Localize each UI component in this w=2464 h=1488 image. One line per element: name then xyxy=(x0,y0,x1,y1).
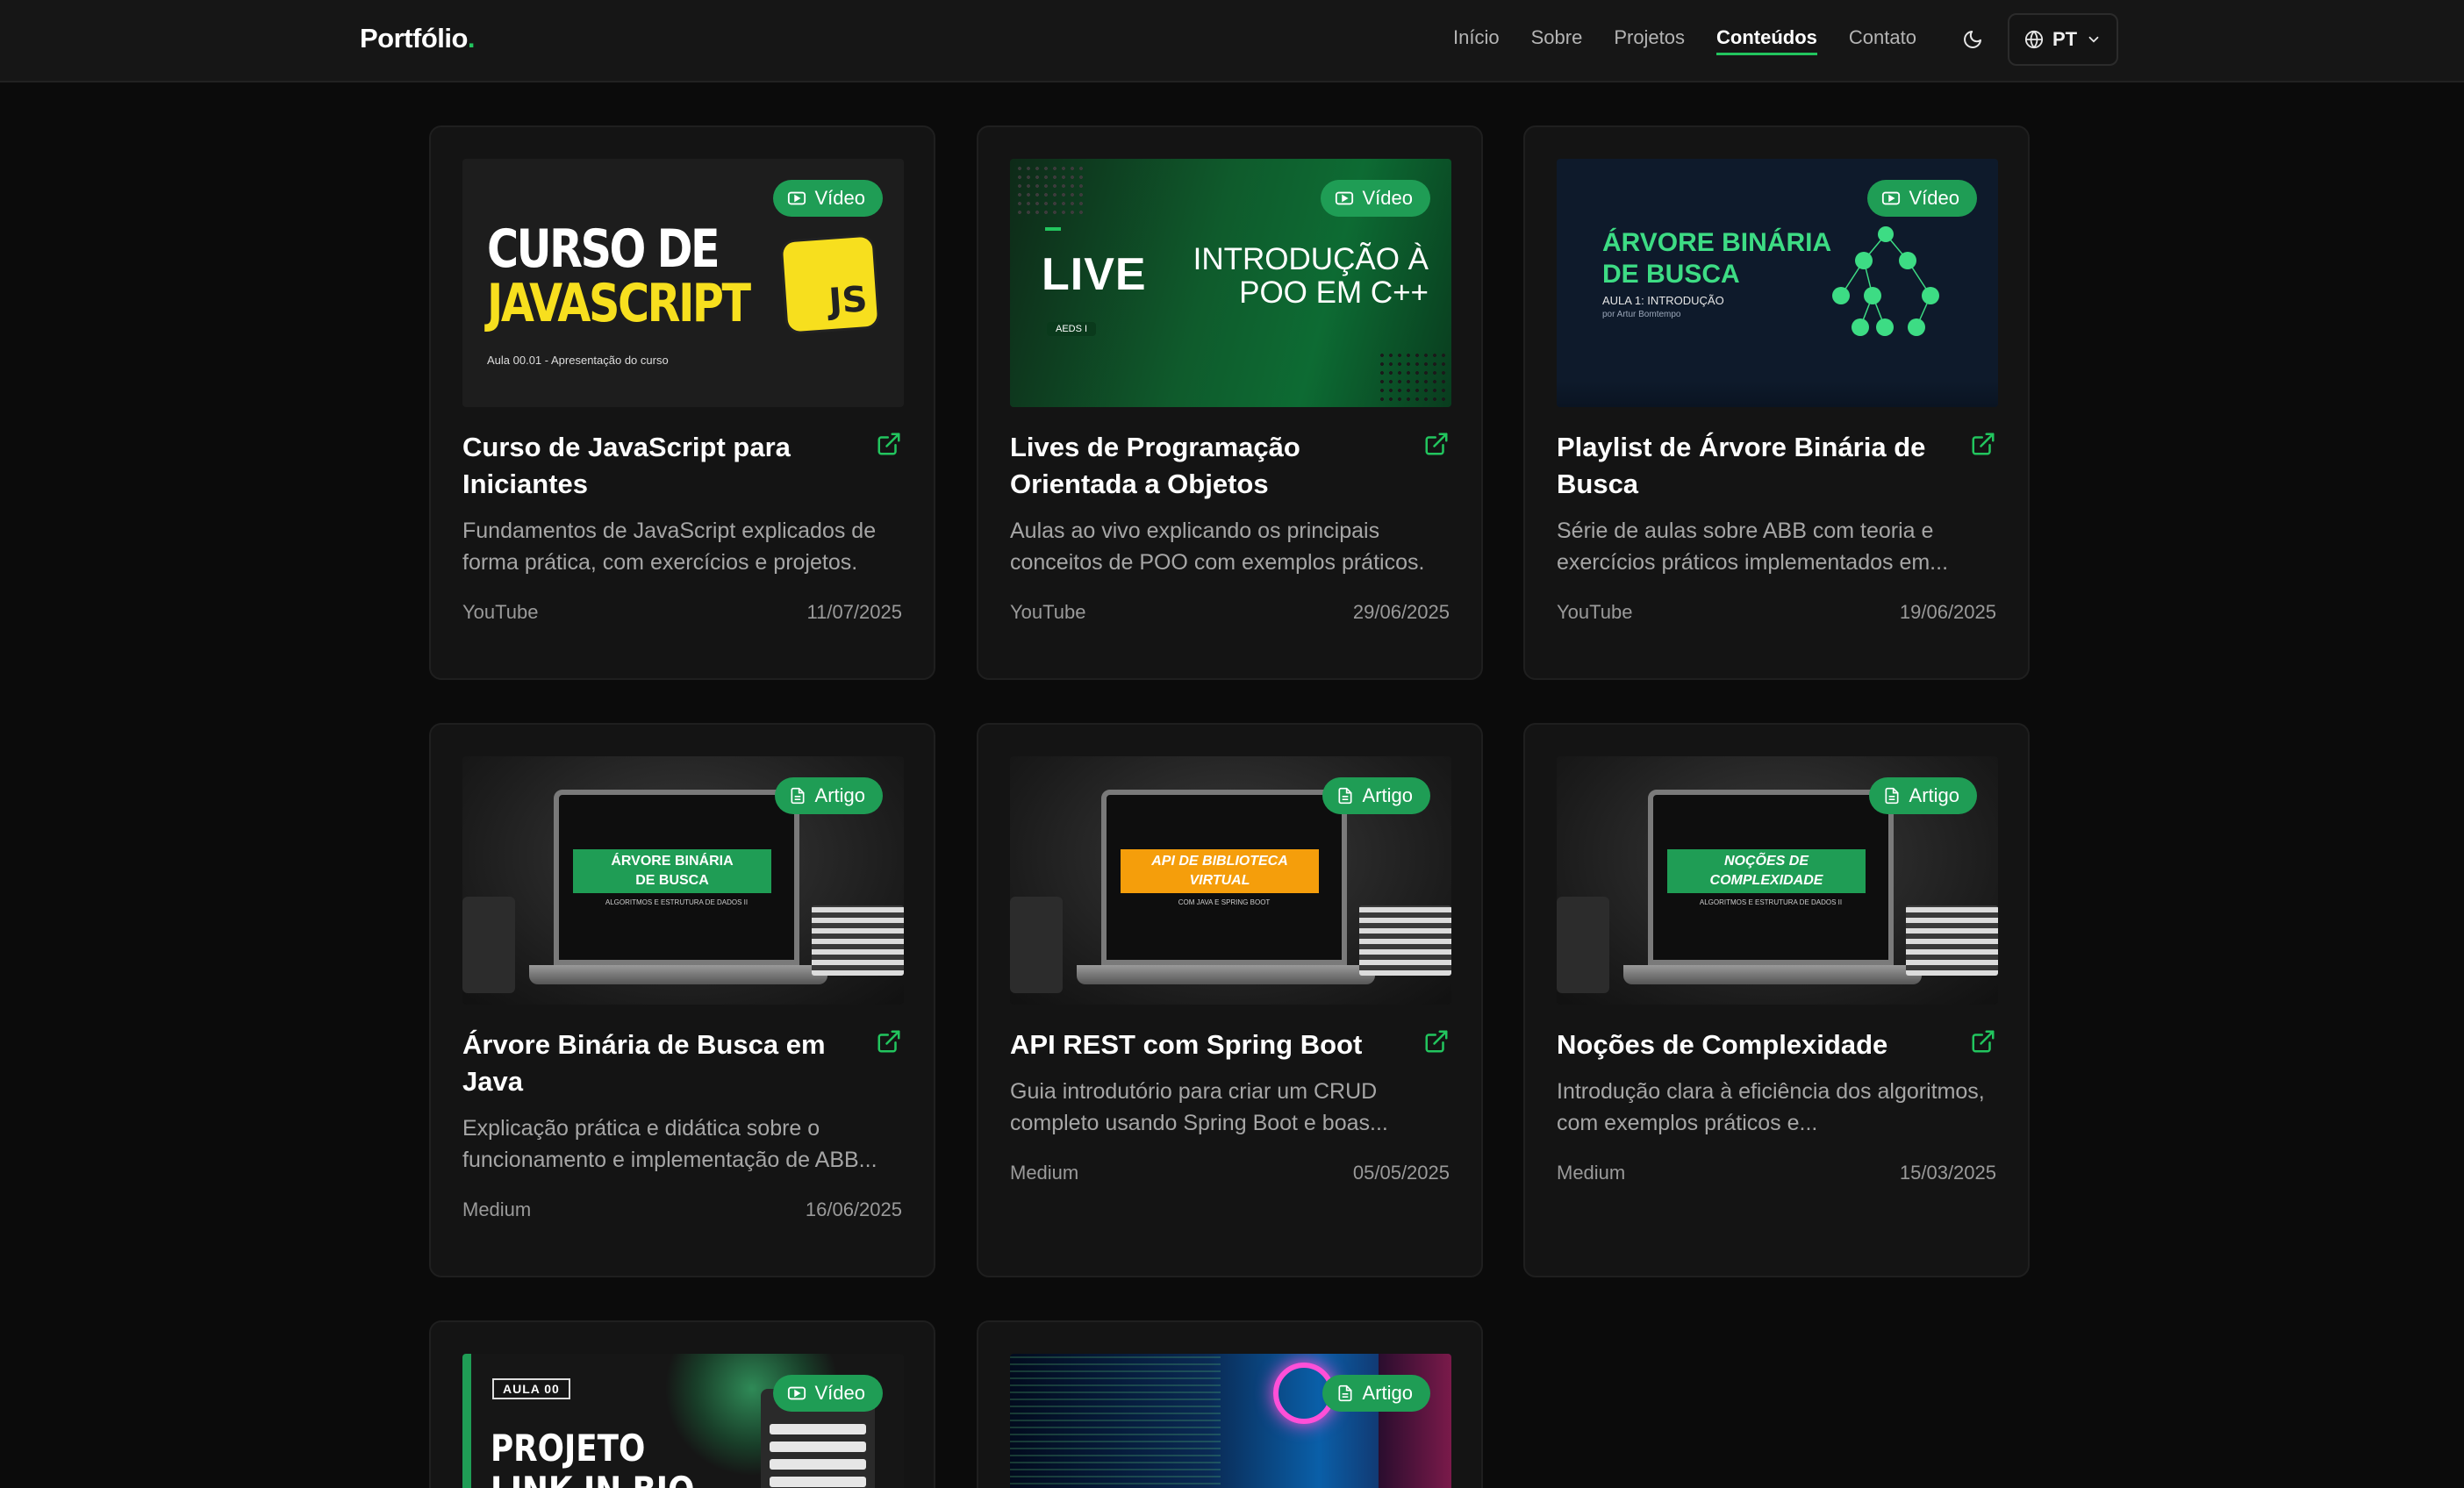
card-meta: YouTube 11/07/2025 xyxy=(462,601,902,624)
content-card[interactable]: LIVE AEDS I INTRODUÇÃO À POO EM C++ Víde… xyxy=(977,125,1483,680)
nav-link-conteudos[interactable]: Conteúdos xyxy=(1716,26,1817,55)
external-link-icon[interactable] xyxy=(1970,1028,1996,1055)
main-nav: Início Sobre Projetos Conteúdos Contato xyxy=(1453,26,1948,55)
content-type-badge: Vídeo xyxy=(1866,180,1977,217)
content-card[interactable]: ÁRVORE BINÁRIA DE BUSCA ALGORITMOS E ESTR… xyxy=(429,723,935,1277)
card-platform: YouTube xyxy=(1557,601,1633,623)
card-thumbnail: ÁRVORE BINÁRIA DE BUSCA AULA 1: INTRODUÇ… xyxy=(1557,159,1998,407)
theme-toggle-button[interactable] xyxy=(1957,24,1988,55)
card-thumbnail: Artigo xyxy=(1010,1354,1451,1488)
card-date: 15/03/2025 xyxy=(1899,1162,1996,1184)
card-description: Introdução clara à eficiência dos algori… xyxy=(1557,1079,1985,1135)
content-card[interactable]: NOÇÕES DE COMPLEXIDADE ALGORITMOS E ESTRU… xyxy=(1523,723,2030,1277)
card-date: 16/06/2025 xyxy=(805,1198,902,1220)
card-meta: Medium 15/03/2025 xyxy=(1557,1162,1996,1184)
card-description: Explicação prática e didática sobre o fu… xyxy=(462,1116,877,1172)
content-type-badge: Vídeo xyxy=(1320,180,1430,217)
external-link-icon[interactable] xyxy=(876,1028,902,1055)
card-platform: YouTube xyxy=(462,601,539,623)
card-platform: Medium xyxy=(462,1198,532,1220)
card-thumbnail: ÁRVORE BINÁRIA DE BUSCA ALGORITMOS E ESTR… xyxy=(462,756,904,1005)
card-description: Fundamentos de JavaScript explicados de … xyxy=(462,519,877,575)
card-date: 29/06/2025 xyxy=(1352,601,1450,623)
nav-link-projetos[interactable]: Projetos xyxy=(1614,26,1685,55)
nav-link-inicio[interactable]: Início xyxy=(1453,26,1500,55)
card-title[interactable]: Curso de JavaScript para Iniciantes xyxy=(462,429,840,503)
nav-link-contato[interactable]: Contato xyxy=(1849,26,1916,55)
card-description: Guia introdutório para criar um CRUD com… xyxy=(1010,1079,1388,1135)
card-thumbnail: AULA 00 PROJETOLINK IN BIO Vídeo xyxy=(462,1354,904,1488)
document-icon xyxy=(791,787,805,805)
video-icon xyxy=(787,1386,806,1400)
card-title[interactable]: API REST com Spring Boot xyxy=(1010,1027,1387,1063)
site-logo[interactable]: Portfólio. xyxy=(360,23,476,54)
external-link-icon[interactable] xyxy=(1423,1028,1450,1055)
external-link-icon[interactable] xyxy=(876,431,902,457)
content-card[interactable]: API DE BIBLIOTECA VIRTUAL COM JAVA E SPRI… xyxy=(977,723,1483,1277)
content-card[interactable]: CURSO DE JAVASCRIPT Aula 00.01 - Apresen… xyxy=(429,125,935,680)
card-date: 05/05/2025 xyxy=(1352,1162,1450,1184)
card-platform: YouTube xyxy=(1010,601,1086,623)
card-platform: Medium xyxy=(1010,1162,1079,1184)
chevron-down-icon xyxy=(2088,36,2099,43)
content-type-badge: Vídeo xyxy=(772,180,883,217)
card-meta: YouTube 29/06/2025 xyxy=(1010,601,1450,624)
external-link-icon[interactable] xyxy=(1423,431,1450,457)
video-icon xyxy=(1881,191,1900,205)
js-logo: JS xyxy=(782,236,878,333)
card-thumbnail: CURSO DE JAVASCRIPT Aula 00.01 - Apresen… xyxy=(462,159,904,407)
card-platform: Medium xyxy=(1557,1162,1626,1184)
tree-illustration xyxy=(1832,226,1939,336)
document-icon xyxy=(1885,787,1899,805)
card-title[interactable]: Árvore Binária de Busca em Java xyxy=(462,1027,840,1100)
card-thumbnail: LIVE AEDS I INTRODUÇÃO À POO EM C++ Víde… xyxy=(1010,159,1451,407)
moon-icon xyxy=(1964,31,1981,48)
card-thumbnail: API DE BIBLIOTECA VIRTUAL COM JAVA E SPRI… xyxy=(1010,756,1451,1005)
card-date: 11/07/2025 xyxy=(806,601,902,623)
card-meta: Medium 16/06/2025 xyxy=(462,1198,902,1221)
document-icon xyxy=(1338,787,1352,805)
language-selector[interactable]: PT xyxy=(2008,13,2118,66)
card-title[interactable]: Playlist de Árvore Binária de Busca xyxy=(1557,429,1934,503)
content-type-badge: Vídeo xyxy=(772,1375,883,1412)
document-icon xyxy=(1338,1384,1352,1402)
content-type-badge: Artigo xyxy=(1868,777,1977,814)
external-link-icon[interactable] xyxy=(1970,431,1996,457)
card-title[interactable]: Noções de Complexidade xyxy=(1557,1027,1934,1063)
card-description: Série de aulas sobre ABB com teoria e ex… xyxy=(1557,519,1949,575)
card-title[interactable]: Lives de Programação Orientada a Objetos xyxy=(1010,429,1422,503)
content-type-badge: Artigo xyxy=(1322,1375,1430,1412)
content-card[interactable]: ÁRVORE BINÁRIA DE BUSCA AULA 1: INTRODUÇ… xyxy=(1523,125,2030,680)
content-card[interactable]: AULA 00 PROJETOLINK IN BIO Vídeo xyxy=(429,1320,935,1488)
card-meta: YouTube 19/06/2025 xyxy=(1557,601,1996,624)
top-navbar: Portfólio. Início Sobre Projetos Conteúd… xyxy=(0,0,2464,82)
language-label: PT xyxy=(2052,28,2078,50)
card-meta: Medium 05/05/2025 xyxy=(1010,1162,1450,1184)
nav-link-sobre[interactable]: Sobre xyxy=(1531,26,1583,55)
card-description: Aulas ao vivo explicando os principais c… xyxy=(1010,519,1425,575)
content-card[interactable]: Artigo xyxy=(977,1320,1483,1488)
content-type-badge: Artigo xyxy=(774,777,883,814)
card-date: 19/06/2025 xyxy=(1899,601,1996,623)
video-icon xyxy=(787,191,806,205)
content-type-badge: Artigo xyxy=(1322,777,1430,814)
card-thumbnail: NOÇÕES DE COMPLEXIDADE ALGORITMOS E ESTRU… xyxy=(1557,756,1998,1005)
video-icon xyxy=(1335,191,1353,205)
globe-icon xyxy=(2024,30,2044,49)
